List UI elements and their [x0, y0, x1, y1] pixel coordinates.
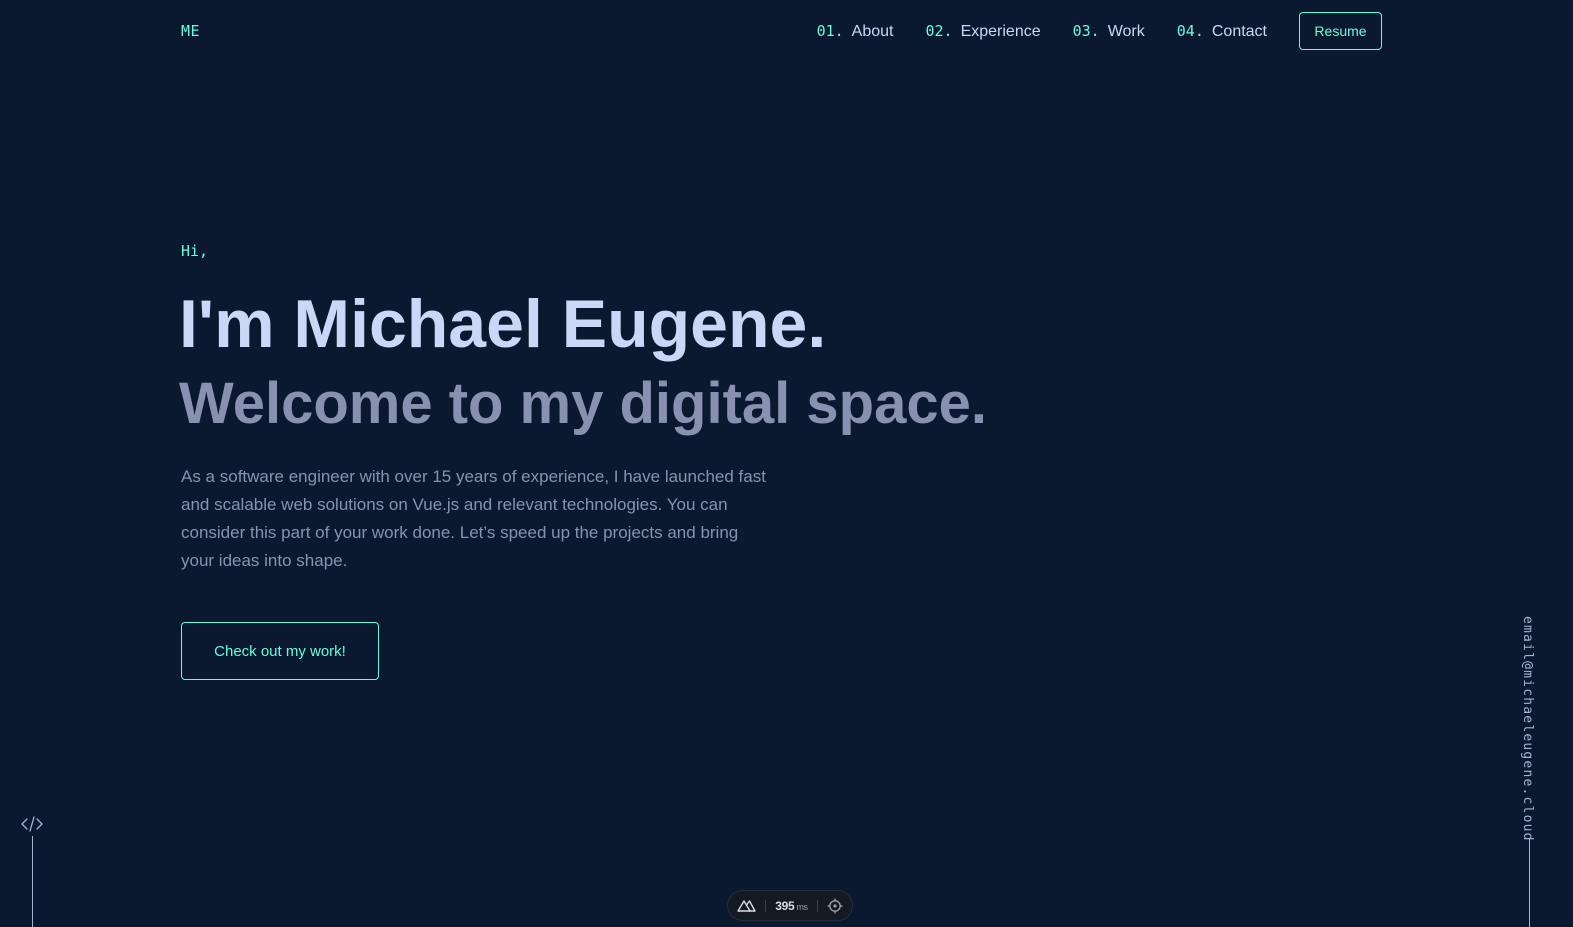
nuxt-icon[interactable] — [737, 899, 756, 912]
timing-unit: ms — [796, 901, 808, 912]
divider — [765, 899, 767, 912]
timing-value: 395 — [775, 898, 795, 913]
nav-label: Contact — [1211, 22, 1267, 40]
nav-item-contact[interactable]: 04. Contact — [1177, 22, 1267, 41]
check-out-work-button[interactable]: Check out my work! — [181, 622, 379, 680]
nav-number: 01. — [816, 21, 844, 40]
main-nav: 01. About 02. Experience 03. Work 04. Co… — [817, 12, 1382, 50]
divider — [816, 899, 818, 912]
code-icon[interactable] — [21, 814, 43, 834]
dev-toolbar[interactable]: 395 ms — [727, 890, 853, 921]
resume-button[interactable]: Resume — [1299, 12, 1382, 50]
right-side-line — [1529, 838, 1530, 927]
nav-number: 03. — [1072, 21, 1100, 40]
nav-label: Work — [1107, 22, 1145, 40]
nav-item-work[interactable]: 03. Work — [1073, 22, 1145, 41]
nav-label: About — [851, 22, 894, 40]
nav-number: 02. — [925, 21, 953, 40]
render-timing: 395 ms — [775, 899, 808, 913]
site-logo[interactable]: ME — [181, 22, 200, 40]
nav-item-experience[interactable]: 02. Experience — [925, 22, 1040, 41]
nav-item-about[interactable]: 01. About — [817, 22, 894, 41]
hero-tagline: Welcome to my digital space. — [179, 371, 987, 436]
nav-label: Experience — [960, 22, 1041, 40]
email-link[interactable]: email@michaeleugene.cloud — [1520, 616, 1535, 842]
hero-name: I'm Michael Eugene. — [179, 286, 827, 362]
hero-intro: As a software engineer with over 15 year… — [181, 467, 766, 570]
left-side-line — [32, 836, 33, 927]
greeting: Hi, — [181, 242, 209, 260]
crosshair-icon[interactable] — [827, 898, 843, 914]
nav-number: 04. — [1176, 21, 1204, 40]
